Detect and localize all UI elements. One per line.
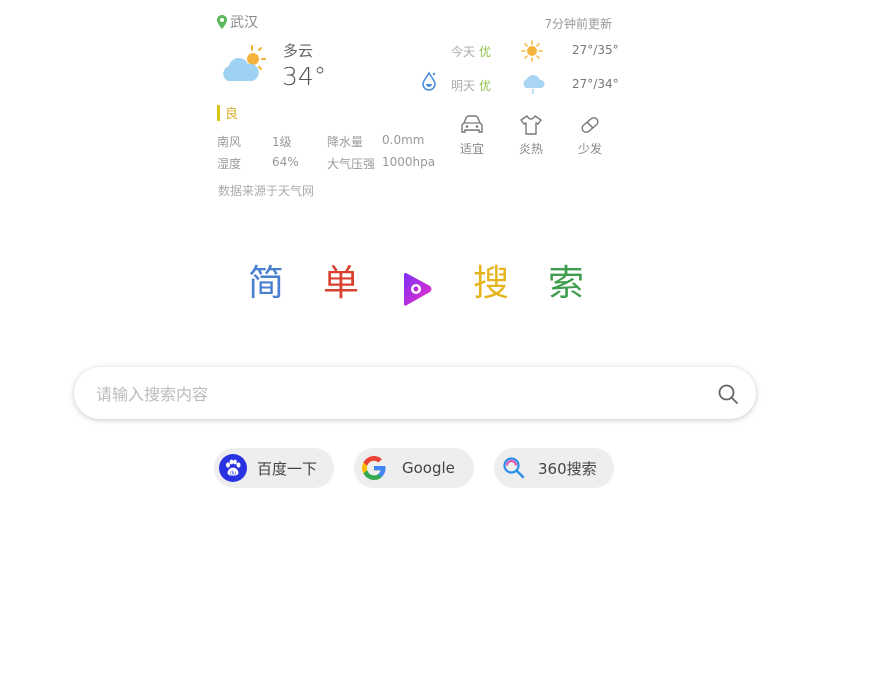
humidity-label: 湿度 [217, 157, 242, 171]
engine-label: 百度一下 [257, 459, 318, 478]
google-icon [360, 454, 388, 482]
engine-label: Google [402, 459, 455, 477]
baidu-search-button[interactable]: du 百度一下 [214, 448, 334, 488]
air-quality-label: 良 [225, 107, 239, 122]
update-time: 7分钟前更新 [544, 17, 612, 31]
location-pin-icon [217, 15, 227, 29]
weather-widget: 武汉 7分钟前更新 多云 34° 良 南风 1级 降水量 0.0mm 湿度 64… [0, 0, 869, 210]
forecast-day: 明天 [451, 79, 476, 93]
forecast-quality: 优 [479, 79, 492, 93]
forecast-today: 今天优 [451, 43, 491, 60]
life-index-clothing: 炎热 [511, 114, 551, 157]
pressure-value: 1000hpa [382, 155, 436, 169]
logo-char-1: 简 [248, 263, 285, 304]
logo-char-2: 单 [323, 263, 360, 304]
logo-char-3: 搜 [473, 263, 510, 304]
current-temperature: 34° [282, 62, 327, 91]
wind-value: 1级 [272, 135, 292, 149]
wind-label: 南风 [217, 135, 242, 149]
cloudy-rain-icon [523, 75, 545, 94]
search-input[interactable] [94, 379, 698, 409]
360-search-button[interactable]: 360搜索 [494, 448, 614, 488]
engine-label: 360搜索 [538, 459, 597, 478]
forecast-range: 27°/34° [572, 77, 619, 91]
air-quality-bar [217, 104, 220, 121]
google-search-button[interactable]: Google [354, 448, 474, 488]
precipitation-value: 0.0mm [382, 133, 425, 147]
svg-text:du: du [230, 471, 236, 477]
precipitation-label: 降水量 [327, 135, 364, 149]
logo-play-icon [404, 273, 432, 306]
location[interactable]: 武汉 [217, 12, 258, 32]
water-drop-icon [422, 71, 436, 91]
tshirt-icon [520, 115, 542, 135]
life-index-label: 少发 [577, 142, 602, 156]
location-name: 武汉 [230, 15, 258, 31]
forecast-day: 今天 [451, 45, 476, 59]
logo-char-4: 索 [548, 263, 585, 304]
pill-icon [581, 117, 599, 133]
life-index-health: 少发 [570, 114, 610, 157]
forecast-tomorrow: 明天优 [451, 77, 491, 94]
partly-cloudy-icon [223, 45, 266, 81]
sunny-icon [521, 40, 543, 62]
forecast-range: 27°/35° [572, 43, 619, 57]
humidity-value: 64% [272, 155, 299, 169]
forecast-quality: 优 [479, 45, 492, 59]
search-icon[interactable] [716, 382, 740, 406]
baidu-icon: du [219, 454, 247, 482]
life-index-label: 炎热 [518, 142, 543, 156]
search-box [74, 367, 756, 419]
360-search-icon [500, 454, 528, 482]
air-quality: 良 [217, 103, 238, 122]
life-index-label: 适宜 [459, 142, 484, 156]
pressure-label: 大气压强 [327, 157, 376, 171]
life-index-car: 适宜 [452, 114, 492, 157]
data-source: 数据来源于天气网 [218, 184, 315, 198]
car-icon [461, 115, 483, 133]
weather-condition: 多云 [283, 42, 314, 60]
